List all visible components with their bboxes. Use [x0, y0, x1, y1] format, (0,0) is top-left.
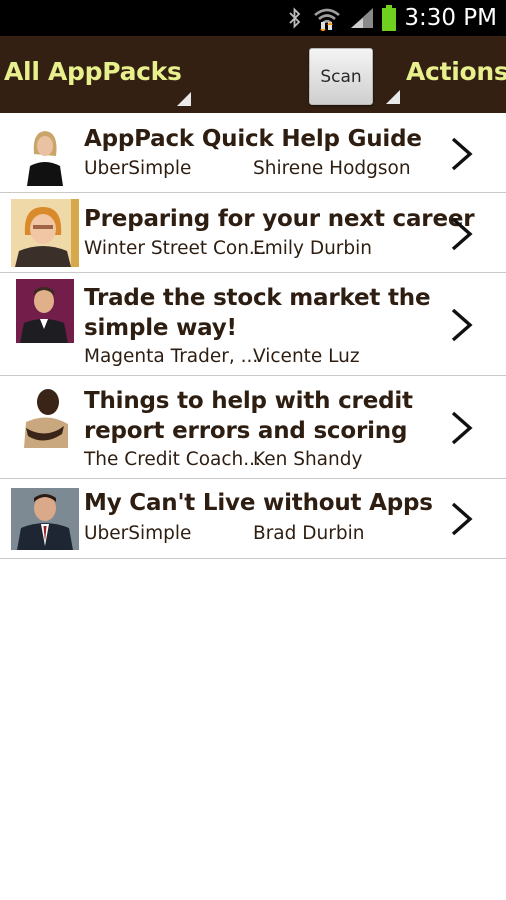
avatar [11, 199, 79, 267]
wifi-icon [312, 0, 342, 36]
apppack-publisher: Magenta Trader, ... [84, 346, 259, 367]
chevron-right-icon[interactable] [450, 137, 474, 171]
apppack-author: Emily Durbin [253, 238, 373, 259]
chevron-right-icon[interactable] [450, 217, 474, 251]
apppack-author: Brad Durbin [253, 523, 365, 544]
avatar [11, 488, 79, 550]
apppack-title-line2: simple way! [84, 315, 237, 341]
apppack-author: Ken Shandy [253, 449, 363, 470]
scan-button[interactable]: Scan [309, 48, 373, 105]
apppack-publisher: UberSimple [84, 158, 192, 179]
avatar [16, 279, 74, 343]
bluetooth-icon [284, 0, 306, 36]
chevron-right-icon[interactable] [450, 411, 474, 445]
list-item[interactable]: My Can't Live without Apps UberSimple Br… [0, 479, 506, 559]
apppack-list: AppPack Quick Help Guide UberSimple Shir… [0, 113, 506, 559]
action-bar: All AppPacks Scan Actions [0, 36, 506, 113]
chevron-right-icon[interactable] [450, 502, 474, 536]
apppack-publisher: UberSimple [84, 523, 192, 544]
apppack-title: AppPack Quick Help Guide [84, 126, 422, 152]
apppack-title: My Can't Live without Apps [84, 490, 433, 516]
list-item[interactable]: Trade the stock market the simple way! M… [0, 273, 506, 376]
chevron-right-icon[interactable] [450, 308, 474, 342]
avatar [22, 124, 68, 186]
list-item[interactable]: Things to help with credit report errors… [0, 376, 506, 479]
avatar [18, 382, 73, 448]
status-clock: 3:30 PM [404, 5, 497, 31]
action-bar-title[interactable]: All AppPacks [4, 57, 182, 86]
apppack-publisher: The Credit Coach... [84, 449, 261, 470]
apppack-title-line1: Trade the stock market the [84, 285, 431, 311]
actions-spinner-indicator-icon [386, 90, 400, 104]
apppack-title: Preparing for your next career [84, 206, 475, 232]
signal-icon [348, 0, 376, 36]
list-item[interactable]: AppPack Quick Help Guide UberSimple Shir… [0, 113, 506, 193]
actions-menu[interactable]: Actions [406, 57, 506, 86]
list-item[interactable]: Preparing for your next career Winter St… [0, 193, 506, 273]
battery-icon [380, 0, 398, 36]
apppack-publisher: Winter Street Con... [84, 238, 267, 259]
status-bar: 3:30 PM [0, 0, 506, 36]
apppack-title-line2: report errors and scoring [84, 418, 408, 444]
apppack-author: Shirene Hodgson [253, 158, 411, 179]
apppack-author: Vicente Luz [253, 346, 360, 367]
spinner-indicator-icon [177, 92, 191, 106]
apppack-title-line1: Things to help with credit [84, 388, 413, 414]
